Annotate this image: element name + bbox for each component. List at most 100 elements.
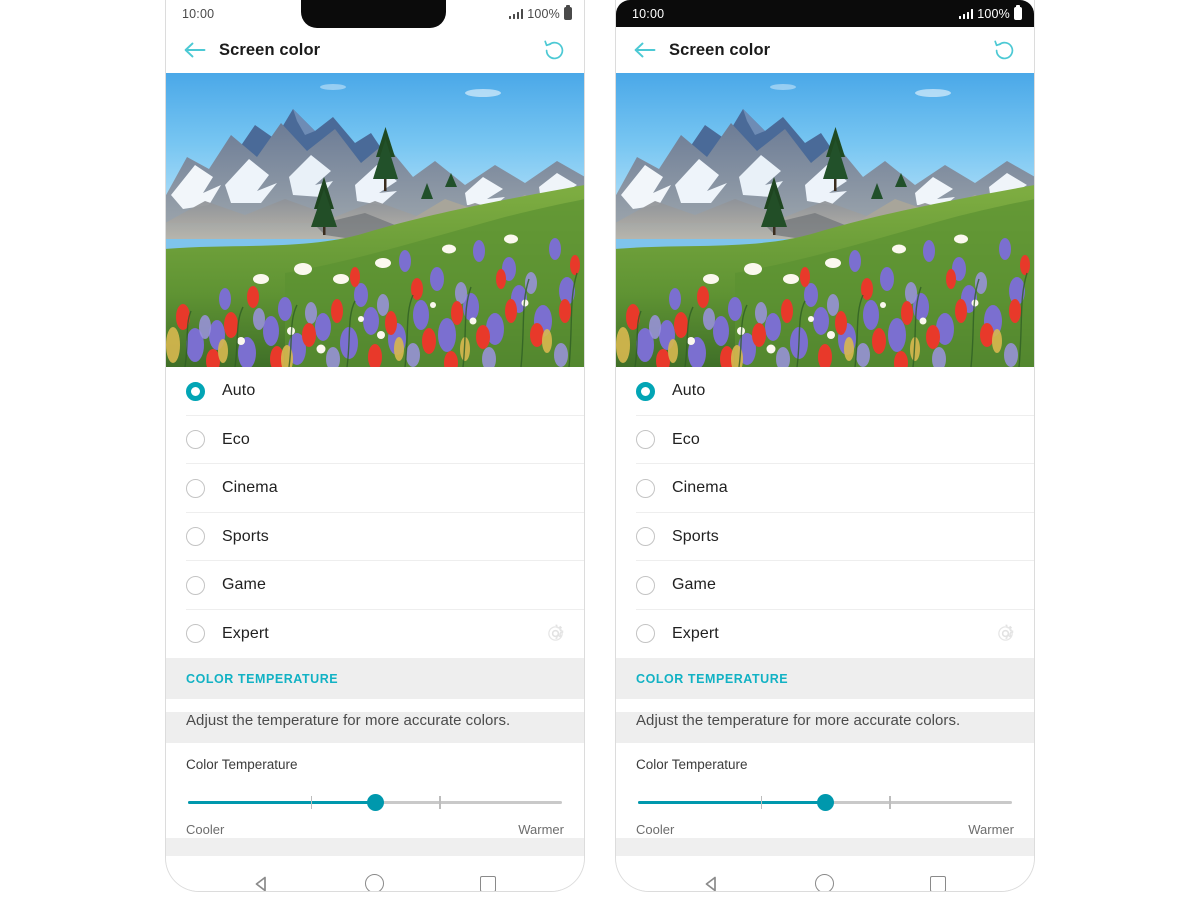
phone-screen-left: 10:00 100% Screen color Auto Eco Cinema …	[166, 0, 584, 891]
radio-button-icon[interactable]	[636, 478, 655, 498]
picture-mode-label: Game	[672, 576, 716, 594]
picture-mode-option-game[interactable]: Game	[616, 561, 1034, 610]
slider-end-labels: Cooler Warmer	[636, 822, 1014, 837]
section-description: Adjust the temperature for more accurate…	[636, 712, 961, 729]
picture-mode-option-auto[interactable]: Auto	[166, 367, 584, 416]
radio-button-selected-icon[interactable]	[186, 381, 205, 401]
picture-mode-label: Auto	[222, 382, 256, 400]
signal-bars-icon	[508, 8, 524, 19]
picture-mode-option-expert[interactable]: Expert	[166, 610, 584, 659]
reset-counterclockwise-icon[interactable]	[538, 34, 570, 66]
status-bar-clock: 10:00	[182, 6, 215, 21]
picture-mode-option-game[interactable]: Game	[166, 561, 584, 610]
signal-bars-icon	[958, 8, 974, 19]
nav-back-triangle-icon[interactable]	[690, 862, 734, 892]
battery-full-icon	[564, 7, 572, 20]
color-temperature-section-header: COLOR TEMPERATURE	[166, 658, 584, 699]
nav-recents-square-icon[interactable]	[466, 862, 510, 891]
picture-mode-label: Auto	[672, 382, 706, 400]
slider-track-fill	[188, 801, 377, 804]
color-temperature-slider-block: Color Temperature Cooler Warmer	[166, 743, 584, 838]
slider-caption: Color Temperature	[186, 757, 298, 772]
color-temperature-description-wrap: Adjust the temperature for more accurate…	[166, 712, 584, 743]
screen-color-preview-image	[616, 73, 1034, 367]
status-bar-indicators: 100%	[508, 6, 572, 21]
back-arrow-icon[interactable]	[630, 35, 660, 65]
slider-tick	[889, 796, 891, 809]
status-bar: 10:00 100%	[616, 0, 1034, 27]
picture-mode-option-sports[interactable]: Sports	[166, 513, 584, 562]
radio-button-icon[interactable]	[636, 527, 655, 547]
slider-end-labels: Cooler Warmer	[186, 822, 564, 837]
slider-min-label: Cooler	[636, 822, 675, 837]
picture-mode-option-expert[interactable]: Expert	[616, 610, 1034, 659]
nav-home-circle-icon[interactable]	[353, 862, 397, 891]
gear-icon[interactable]	[994, 623, 1016, 645]
color-temperature-slider[interactable]	[186, 793, 564, 811]
radio-button-icon[interactable]	[186, 575, 205, 595]
color-temperature-slider-block: Color Temperature Cooler Warmer	[616, 743, 1034, 838]
section-description: Adjust the temperature for more accurate…	[186, 712, 511, 729]
picture-mode-option-eco[interactable]: Eco	[616, 416, 1034, 465]
picture-mode-option-sports[interactable]: Sports	[616, 513, 1034, 562]
picture-mode-label: Sports	[222, 527, 269, 545]
picture-mode-label: Game	[222, 576, 266, 594]
slider-thumb[interactable]	[816, 794, 834, 811]
page-title: Screen color	[669, 40, 771, 59]
slider-tick	[439, 796, 441, 809]
radio-button-icon[interactable]	[186, 478, 205, 498]
status-bar-indicators: 100%	[958, 6, 1022, 21]
picture-mode-label: Eco	[672, 430, 700, 448]
color-temperature-section-header: COLOR TEMPERATURE	[616, 658, 1034, 699]
battery-percent-label: 100%	[977, 6, 1010, 21]
picture-mode-option-cinema[interactable]: Cinema	[166, 464, 584, 513]
radio-button-icon[interactable]	[636, 430, 655, 450]
app-bar: Screen color	[616, 27, 1034, 73]
phone-mockup-left: 10:00 100% Screen color Auto Eco Cinema …	[165, 0, 585, 892]
radio-button-icon[interactable]	[186, 430, 205, 450]
picture-mode-list: Auto Eco Cinema Sports Game Expert	[166, 367, 584, 658]
system-navigation-bar	[616, 856, 1034, 891]
battery-full-icon	[1014, 7, 1022, 20]
slider-track-fill	[638, 801, 827, 804]
slider-max-label: Warmer	[518, 822, 564, 837]
nav-home-circle-icon[interactable]	[803, 862, 847, 891]
screenshot-stage: 10:00 100% Screen color Auto Eco Cinema …	[0, 0, 1200, 900]
phone-mockup-right: 10:00 100% Screen color Auto Eco Cinema …	[615, 0, 1035, 892]
reset-counterclockwise-icon[interactable]	[988, 34, 1020, 66]
slider-tick	[310, 796, 313, 809]
display-notch	[301, 0, 446, 28]
picture-mode-option-auto[interactable]: Auto	[616, 367, 1034, 416]
back-arrow-icon[interactable]	[180, 35, 210, 65]
picture-mode-list: Auto Eco Cinema Sports Game Expert	[616, 367, 1034, 658]
color-temperature-description-wrap: Adjust the temperature for more accurate…	[616, 712, 1034, 743]
picture-mode-label: Expert	[222, 624, 269, 642]
content-bottom-strip	[616, 838, 1034, 856]
radio-button-icon[interactable]	[636, 575, 655, 595]
slider-caption: Color Temperature	[636, 757, 748, 772]
slider-tick	[760, 796, 763, 809]
picture-mode-label: Expert	[672, 624, 719, 642]
picture-mode-option-cinema[interactable]: Cinema	[616, 464, 1034, 513]
system-navigation-bar	[166, 856, 584, 891]
radio-button-icon[interactable]	[186, 624, 205, 644]
nav-recents-square-icon[interactable]	[916, 862, 960, 891]
picture-mode-label: Cinema	[222, 479, 278, 497]
color-temperature-slider[interactable]	[636, 793, 1014, 811]
battery-percent-label: 100%	[527, 6, 560, 21]
slider-thumb[interactable]	[366, 794, 384, 811]
screen-color-preview-image	[166, 73, 584, 367]
section-title: COLOR TEMPERATURE	[186, 672, 339, 686]
picture-mode-label: Eco	[222, 430, 250, 448]
picture-mode-option-eco[interactable]: Eco	[166, 416, 584, 465]
slider-max-label: Warmer	[968, 822, 1014, 837]
app-bar: Screen color	[166, 27, 584, 73]
radio-button-icon[interactable]	[186, 527, 205, 547]
phone-screen-right: 10:00 100% Screen color Auto Eco Cinema …	[616, 0, 1034, 891]
radio-button-selected-icon[interactable]	[636, 381, 655, 401]
nav-back-triangle-icon[interactable]	[240, 862, 284, 892]
content-bottom-strip	[166, 838, 584, 856]
gear-icon[interactable]	[544, 623, 566, 645]
radio-button-icon[interactable]	[636, 624, 655, 644]
slider-min-label: Cooler	[186, 822, 225, 837]
